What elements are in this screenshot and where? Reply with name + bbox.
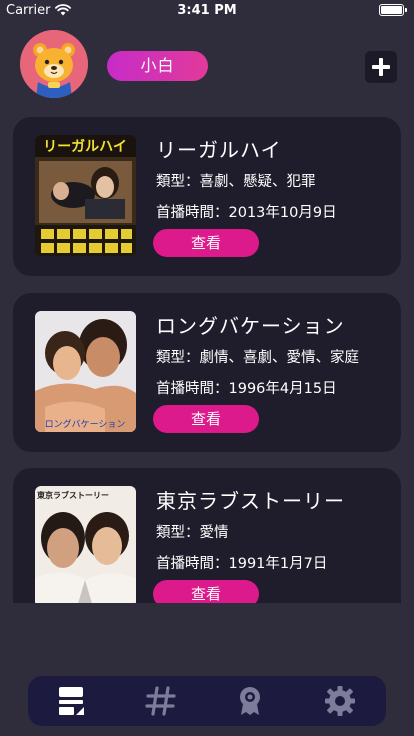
drama-card[interactable]: リーガルハイ リーガルハイ 類型：喜劇、懸疑、犯罪 首播時間：2013年10月9… [13, 117, 401, 276]
drama-card[interactable]: ロングバケーション ロングバケーション 類型：劇情、喜劇、愛情、家庭 首播時間：… [13, 293, 401, 452]
hashtag-tab-icon[interactable] [144, 685, 178, 717]
settings-tab-icon[interactable] [323, 685, 357, 717]
plus-icon[interactable] [365, 51, 397, 83]
drama-premiere-date: 首播時間：2013年10月9日 [156, 205, 337, 221]
battery-icon [379, 4, 407, 16]
drama-poster[interactable]: ロングバケーション [35, 311, 136, 432]
drama-genre: 類型：愛情 [156, 525, 229, 541]
view-button[interactable]: 查看 [153, 405, 259, 433]
award-tab-icon[interactable] [233, 685, 267, 717]
drama-poster[interactable]: 東京ラブストーリー [35, 486, 136, 603]
drama-premiere-date: 首播時間：1991年1月7日 [156, 556, 328, 572]
svg-text:東京ラブストーリー: 東京ラブストーリー [37, 490, 109, 500]
drama-genre: 類型：喜劇、懸疑、犯罪 [156, 174, 316, 190]
svg-text:ロングバケーション: ロングバケーション [45, 418, 126, 430]
status-bar: Carrier 3:41 PM [0, 0, 414, 22]
clock: 3:41 PM [177, 3, 237, 18]
username-badge[interactable]: 小白 [107, 51, 208, 81]
list-tab-icon[interactable] [55, 685, 89, 717]
drama-title: 東京ラブストーリー [156, 489, 345, 513]
drama-title: リーガルハイ [156, 138, 282, 162]
view-button[interactable]: 查看 [153, 580, 259, 603]
drama-card[interactable]: 東京ラブストーリー 東京ラブストーリー 類型：愛情 首播時間：1991年1月7日… [13, 468, 401, 603]
svg-text:リーガルハイ: リーガルハイ [43, 139, 127, 155]
tab-bar [28, 676, 386, 726]
view-button[interactable]: 查看 [153, 229, 259, 257]
drama-genre: 類型：劇情、喜劇、愛情、家庭 [156, 350, 359, 366]
drama-list[interactable]: リーガルハイ リーガルハイ 類型：喜劇、懸疑、犯罪 首播時間：2013年10月9… [0, 103, 414, 603]
bear-avatar-icon[interactable] [20, 30, 88, 98]
drama-title: ロングバケーション [156, 314, 345, 338]
drama-poster[interactable]: リーガルハイ [35, 135, 136, 256]
drama-premiere-date: 首播時間：1996年4月15日 [156, 381, 337, 397]
